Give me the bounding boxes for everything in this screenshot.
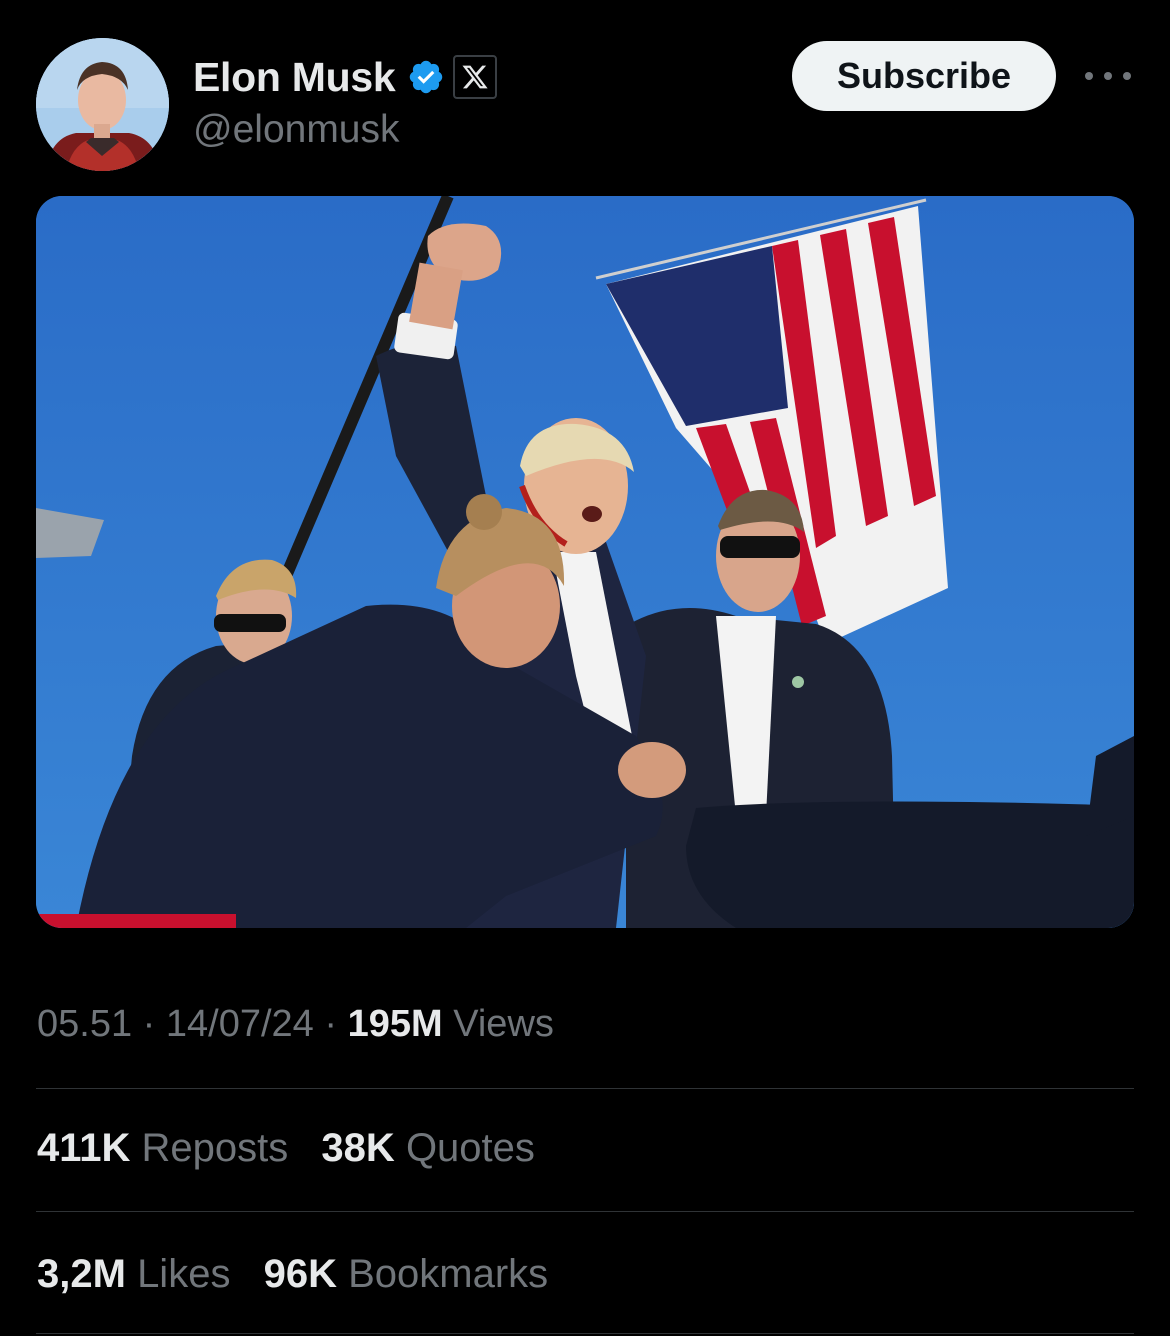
dot [1085, 72, 1093, 80]
subscribe-button[interactable]: Subscribe [792, 41, 1056, 111]
bookmarks-label: Bookmarks [348, 1252, 549, 1296]
quotes-label: Quotes [405, 1126, 535, 1170]
tweet-time[interactable]: 05.51 [37, 1003, 132, 1045]
meta-separator: · [142, 1003, 156, 1045]
reposts-stat[interactable]: 411K Reposts [37, 1126, 299, 1170]
quotes-stat[interactable]: 38K Quotes [321, 1126, 534, 1170]
name-row: Elon Musk [193, 52, 498, 102]
likes-stat[interactable]: 3,2M Likes [37, 1252, 242, 1296]
stats-row-reposts: 411K Reposts 38K Quotes [37, 1126, 557, 1171]
bookmarks-count: 96K [263, 1252, 337, 1296]
avatar-image [36, 38, 169, 171]
divider [36, 1088, 1134, 1089]
likes-count: 3,2M [37, 1252, 126, 1296]
avatar[interactable] [36, 38, 169, 171]
photo-image [36, 196, 1134, 928]
handle[interactable]: @elonmusk [193, 108, 400, 152]
divider [36, 1211, 1134, 1212]
tweet-date[interactable]: 14/07/24 [166, 1003, 314, 1045]
quotes-count: 38K [321, 1126, 395, 1170]
tweet-meta: 05.51 · 14/07/24 · 195M Views [37, 1003, 554, 1046]
stats-row-likes: 3,2M Likes 96K Bookmarks [37, 1252, 570, 1297]
tweet-photo[interactable] [36, 196, 1134, 928]
display-name[interactable]: Elon Musk [193, 54, 396, 101]
meta-separator: · [324, 1003, 338, 1045]
tweet-header: Elon Musk @elonmusk Subscribe [0, 0, 1170, 190]
more-dots-icon[interactable] [1085, 66, 1131, 86]
views-label: Views [453, 1003, 554, 1045]
verified-badge-icon [407, 58, 445, 96]
views-count[interactable]: 195M [348, 1003, 443, 1045]
reposts-label: Reposts [141, 1126, 289, 1170]
dot [1104, 72, 1112, 80]
x-logo-icon[interactable] [453, 55, 498, 99]
bookmarks-stat[interactable]: 96K Bookmarks [264, 1252, 549, 1296]
reposts-count: 411K [37, 1126, 131, 1170]
dot [1123, 72, 1131, 80]
divider [36, 1333, 1134, 1334]
likes-label: Likes [137, 1252, 231, 1296]
